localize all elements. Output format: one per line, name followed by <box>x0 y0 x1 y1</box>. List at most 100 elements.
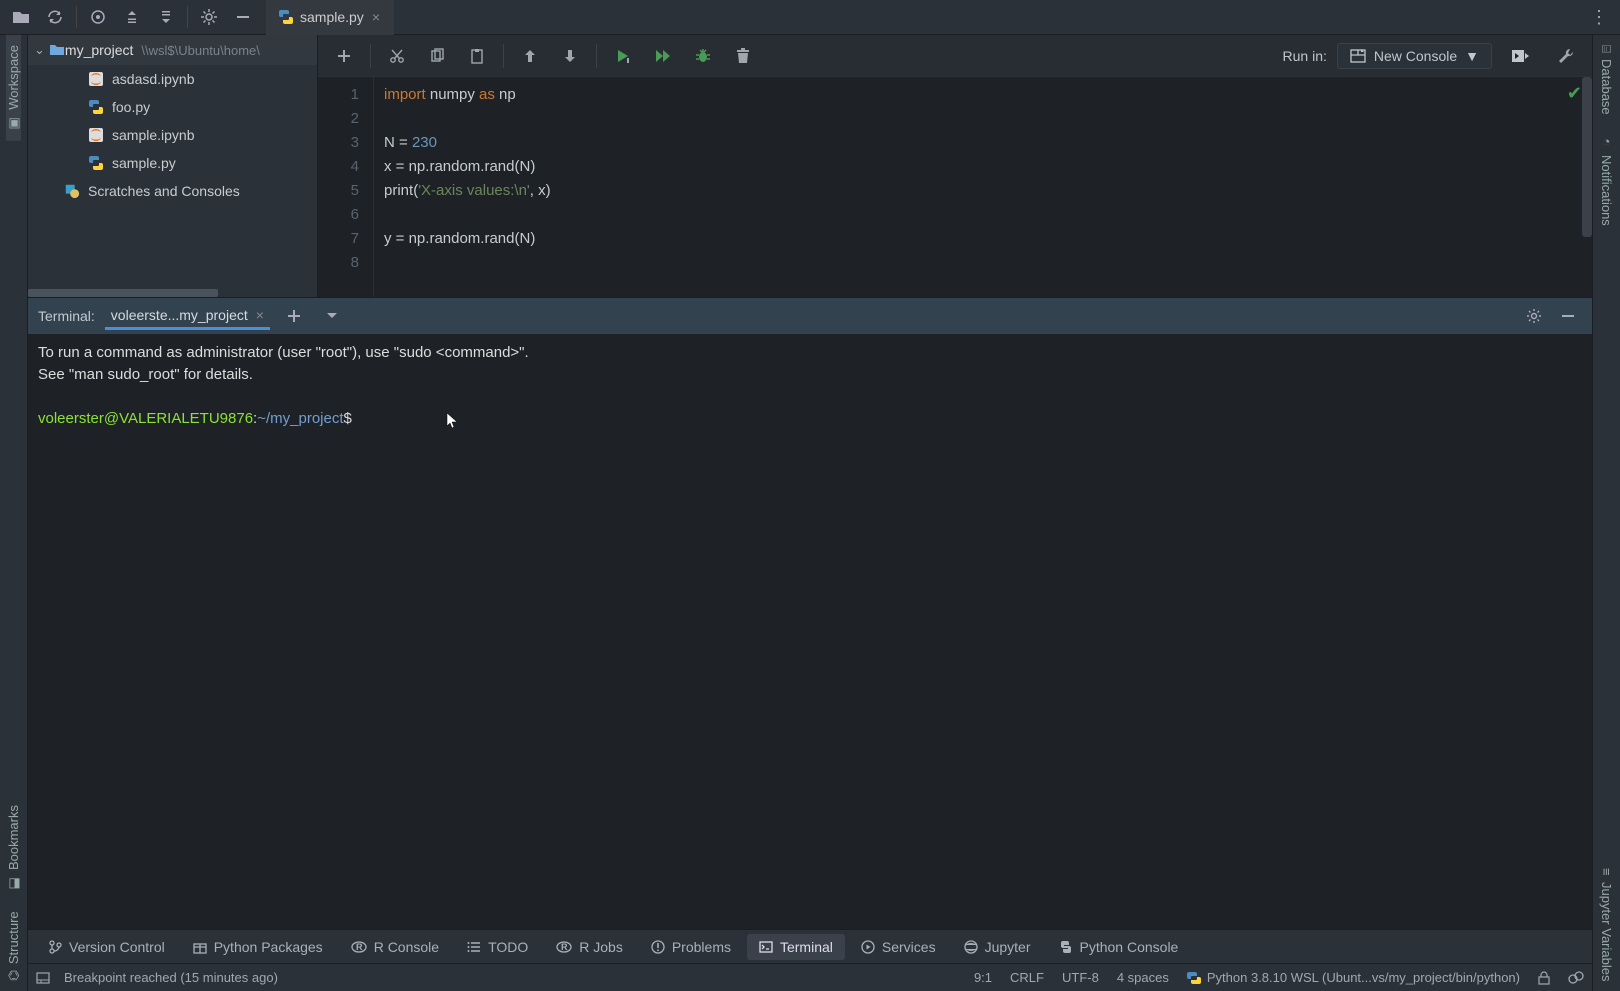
sync-icon[interactable] <box>38 0 72 34</box>
notifications-tool[interactable]: ◔Notifications <box>1599 124 1614 236</box>
tab-close-icon[interactable]: × <box>256 307 264 323</box>
tw-version-control[interactable]: Version Control <box>36 934 177 960</box>
tw-problems[interactable]: Problems <box>639 934 743 960</box>
tw-jupyter[interactable]: Jupyter <box>952 934 1043 960</box>
terminal-header: Terminal: voleerste...my_project × <box>28 298 1592 334</box>
right-tool-strip: ⌸Database ◔Notifications ≡Jupyter Variab… <box>1592 35 1620 991</box>
terminal-gear-icon[interactable] <box>1520 302 1548 330</box>
line-sep[interactable]: CRLF <box>1010 970 1044 985</box>
terminal-tab[interactable]: voleerste...my_project × <box>105 303 270 330</box>
terminal-line: To run a command as administrator (user … <box>38 342 1582 364</box>
python-icon <box>1059 940 1073 954</box>
jupyter-icon <box>964 940 978 954</box>
jupyter-vars-tool[interactable]: ≡Jupyter Variables <box>1599 858 1614 991</box>
tree-file[interactable]: asdasd.ipynb <box>28 65 317 93</box>
gear-icon[interactable] <box>192 0 226 34</box>
target-icon[interactable] <box>81 0 115 34</box>
inspection-ok-icon[interactable]: ✔ <box>1567 83 1582 104</box>
encoding[interactable]: UTF-8 <box>1062 970 1099 985</box>
terminal-icon <box>759 941 773 953</box>
terminal-dropdown-icon[interactable] <box>318 302 346 330</box>
r-icon: R <box>556 940 572 954</box>
collapse-icon[interactable] <box>149 0 183 34</box>
tw-terminal[interactable]: Terminal <box>747 934 845 960</box>
runin-select[interactable]: New Console ▼ <box>1337 43 1492 69</box>
expand-icon[interactable] <box>115 0 149 34</box>
ide-scale-icon[interactable] <box>1568 971 1584 985</box>
lock-icon[interactable] <box>1538 971 1550 985</box>
terminal-title: Terminal: <box>38 308 95 324</box>
svg-text:R: R <box>356 942 363 952</box>
list-icon <box>467 941 481 953</box>
wrench-icon[interactable] <box>1548 38 1584 74</box>
caret-pos[interactable]: 9:1 <box>974 970 992 985</box>
tab-close-icon[interactable]: × <box>370 9 382 25</box>
terminal-body[interactable]: To run a command as administrator (user … <box>28 334 1592 929</box>
editor-toolbar: Run in: New Console ▼ <box>318 35 1592 77</box>
move-down-icon[interactable] <box>552 38 588 74</box>
interpreter[interactable]: Python 3.8.10 WSL (Ubunt...vs/my_project… <box>1187 970 1520 985</box>
indent[interactable]: 4 spaces <box>1117 970 1169 985</box>
tree-file[interactable]: sample.ipynb <box>28 121 317 149</box>
workspace-tool[interactable]: ▣Workspace <box>6 35 21 141</box>
delete-icon[interactable] <box>725 38 761 74</box>
editor-scrollbar[interactable] <box>1582 77 1592 237</box>
r-icon: R <box>351 940 367 954</box>
execute-icon[interactable] <box>1502 38 1538 74</box>
console-icon <box>1350 49 1366 63</box>
python-icon <box>1187 971 1201 985</box>
minimize-icon[interactable] <box>226 0 260 34</box>
tree-scrollbar[interactable] <box>28 289 317 297</box>
more-icon[interactable]: ⋮ <box>1582 7 1616 28</box>
tree-scratches[interactable]: Scratches and Consoles <box>28 177 317 205</box>
code-content[interactable]: import numpy as np N = 230 x = np.random… <box>374 77 1592 297</box>
open-icon[interactable] <box>4 0 38 34</box>
main-toolbar: sample.py × ⋮ <box>0 0 1620 35</box>
tool-window-bar: Version Control Python Packages RR Conso… <box>28 929 1592 963</box>
tree-file[interactable]: sample.py <box>28 149 317 177</box>
move-up-icon[interactable] <box>512 38 548 74</box>
copy-icon[interactable] <box>419 38 455 74</box>
database-tool[interactable]: ⌸Database <box>1599 35 1614 124</box>
run-cell-icon[interactable] <box>605 38 641 74</box>
warning-icon <box>651 940 665 954</box>
runin-label: Run in: <box>1283 48 1327 64</box>
terminal-prompt: voleerster@VALERIALETU9876:~/my_project$ <box>38 408 1582 430</box>
bookmarks-tool[interactable]: ◧Bookmarks <box>6 795 21 901</box>
tw-python-packages[interactable]: Python Packages <box>181 934 335 960</box>
code-area[interactable]: 12345678 import numpy as np N = 230 x = … <box>318 77 1592 297</box>
jupyter-icon <box>88 127 104 143</box>
project-root[interactable]: ⌄ my_project \\wsl$\Ubuntu\home\ <box>28 35 317 65</box>
python-file-icon <box>278 9 294 25</box>
tw-r-console[interactable]: RR Console <box>339 934 451 960</box>
svg-text:R: R <box>561 942 568 952</box>
terminal-line: See "man sudo_root" for details. <box>38 364 1582 386</box>
editor-tab[interactable]: sample.py × <box>266 0 394 35</box>
tw-services[interactable]: Services <box>849 934 948 960</box>
add-terminal-icon[interactable] <box>280 302 308 330</box>
tw-python-console[interactable]: Python Console <box>1047 934 1191 960</box>
python-file-icon <box>88 155 104 171</box>
packages-icon <box>193 940 207 954</box>
branch-icon <box>48 940 62 954</box>
tool-windows-icon[interactable] <box>36 972 50 984</box>
status-bar: Breakpoint reached (15 minutes ago) 9:1 … <box>28 963 1592 991</box>
tree-file[interactable]: foo.py <box>28 93 317 121</box>
python-file-icon <box>88 99 104 115</box>
cut-icon[interactable] <box>379 38 415 74</box>
paste-icon[interactable] <box>459 38 495 74</box>
folder-icon: ▣ <box>6 116 21 131</box>
structure-tool[interactable]: ⌬Structure <box>6 901 21 991</box>
run-all-icon[interactable] <box>645 38 681 74</box>
tw-r-jobs[interactable]: RR Jobs <box>544 934 635 960</box>
play-circle-icon <box>861 940 875 954</box>
debug-icon[interactable] <box>685 38 721 74</box>
tw-todo[interactable]: TODO <box>455 934 540 960</box>
database-icon: ⌸ <box>1599 45 1614 53</box>
project-path: \\wsl$\Ubuntu\home\ <box>141 43 260 58</box>
line-gutter: 12345678 <box>318 77 374 297</box>
terminal-hide-icon[interactable] <box>1554 302 1582 330</box>
mouse-cursor-icon <box>446 412 460 430</box>
add-cell-icon[interactable] <box>326 38 362 74</box>
left-tool-strip: ▣Workspace ◧Bookmarks ⌬Structure <box>0 35 28 991</box>
